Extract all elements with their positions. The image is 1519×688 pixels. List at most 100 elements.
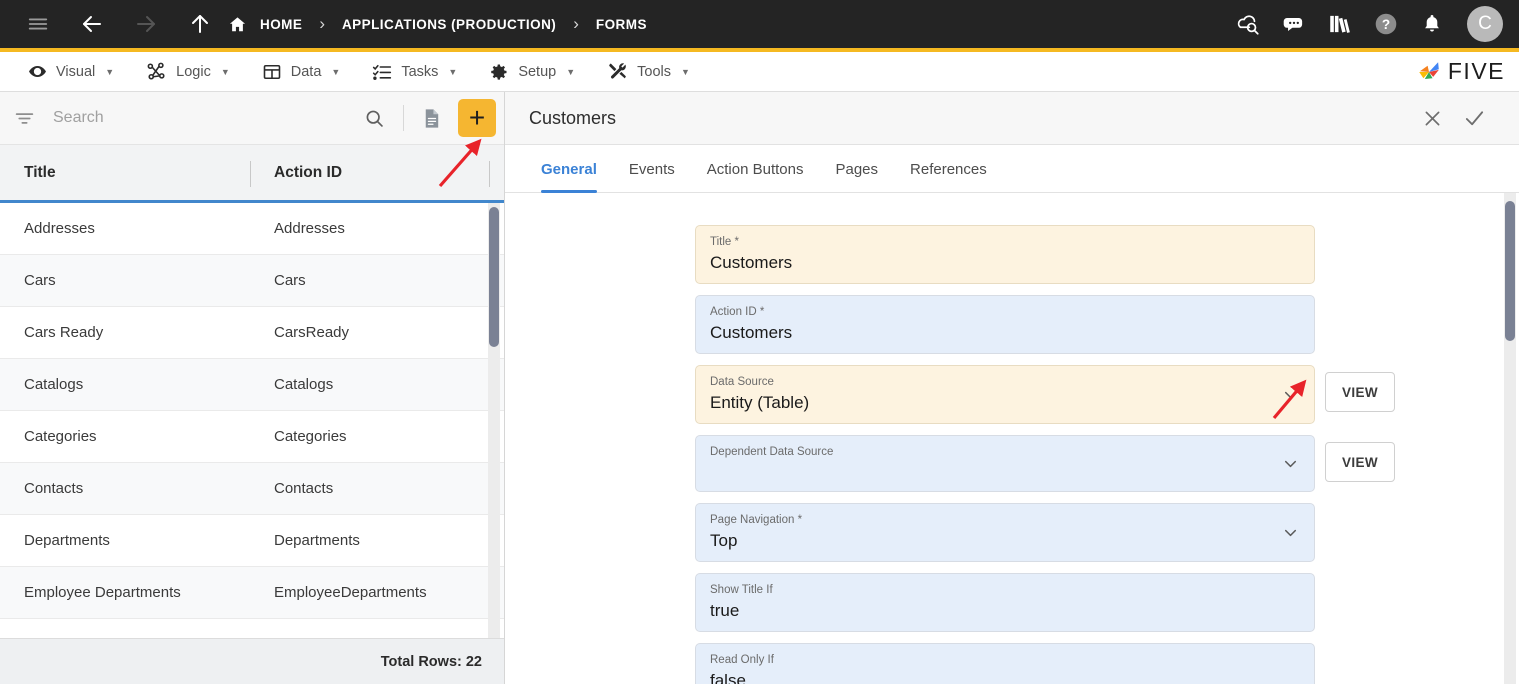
hamburger-icon[interactable] — [18, 4, 58, 44]
chevron-down-icon[interactable] — [1281, 454, 1300, 473]
eye-icon — [28, 62, 47, 81]
tab-references[interactable]: References — [894, 161, 1003, 192]
cell-title: Cars — [24, 272, 56, 289]
menu-label-setup: Setup — [518, 63, 557, 80]
chevron-down-icon: ▼ — [105, 66, 115, 77]
filter-icon[interactable] — [14, 108, 35, 129]
title-field[interactable]: Title * Customers — [695, 225, 1315, 284]
cell-title: Departments — [24, 532, 110, 549]
menu-item-data[interactable]: Data ▼ — [246, 52, 357, 92]
column-divider[interactable] — [250, 161, 251, 187]
topbar-actions: ? C — [1227, 3, 1503, 45]
detail-header: Customers — [505, 92, 1519, 145]
search-input[interactable] — [39, 109, 352, 127]
action-id-field[interactable]: Action ID * Customers — [695, 295, 1315, 354]
tab-events[interactable]: Events — [613, 161, 691, 192]
arrow-up-icon[interactable] — [180, 4, 220, 44]
field-row-dependent-data-source: Dependent Data Source VIEW — [695, 435, 1395, 492]
avatar[interactable]: C — [1467, 6, 1503, 42]
field-label: Action ID * — [710, 306, 765, 318]
cell-action-id: EmployeeDepartments — [274, 584, 427, 601]
field-label: Read Only If — [710, 654, 774, 666]
check-icon[interactable] — [1453, 97, 1495, 139]
total-rows-label: Total Rows: 22 — [380, 653, 482, 670]
table-row[interactable]: Contacts Contacts — [0, 463, 504, 515]
chevron-down-icon[interactable] — [1281, 385, 1300, 404]
column-header-action-id[interactable]: Action ID — [250, 145, 490, 200]
tab-action-buttons[interactable]: Action Buttons — [691, 161, 820, 192]
field-row-action-id: Action ID * Customers — [695, 295, 1315, 354]
dependent-data-source-field[interactable]: Dependent Data Source — [695, 435, 1315, 492]
form-fields-area: Title * Customers Action ID * Customers — [505, 193, 1519, 684]
forms-list-panel: + Title Action ID Addresses Addresses Ca… — [0, 92, 505, 684]
field-label: Title * — [710, 236, 739, 248]
tab-general[interactable]: General — [525, 161, 613, 193]
main-content: + Title Action ID Addresses Addresses Ca… — [0, 92, 1519, 684]
breadcrumb-item-applications[interactable]: APPLICATIONS (PRODUCTION) — [338, 17, 560, 32]
field-label: Page Navigation * — [710, 514, 803, 526]
column-divider[interactable] — [489, 161, 490, 187]
field-value: Top — [710, 531, 738, 550]
page-navigation-field[interactable]: Page Navigation * Top — [695, 503, 1315, 562]
read-only-if-field[interactable]: Read Only If false — [695, 643, 1315, 684]
cloud-check-icon[interactable] — [1227, 3, 1269, 45]
tab-pages[interactable]: Pages — [819, 161, 894, 192]
breadcrumb-item-home[interactable]: HOME — [228, 15, 306, 34]
arrow-right-icon[interactable] — [126, 4, 166, 44]
menu-item-visual[interactable]: Visual ▼ — [12, 52, 130, 92]
close-icon[interactable] — [1411, 97, 1453, 139]
svg-text:?: ? — [1382, 17, 1390, 32]
breadcrumb-label-home: HOME — [260, 16, 303, 32]
chevron-down-icon: ▼ — [681, 66, 690, 77]
table-header-row: Title Action ID — [0, 145, 504, 203]
show-title-if-field[interactable]: Show Title If true — [695, 573, 1315, 632]
menu-bar: Visual ▼ Logic ▼ Data ▼ Tasks ▼ Setup ▼ … — [0, 52, 1519, 92]
chevron-down-icon: ▼ — [220, 66, 230, 77]
arrow-left-icon[interactable] — [72, 4, 112, 44]
table-footer: Total Rows: 22 — [0, 638, 504, 684]
table-row[interactable]: Employee Departments EmployeeDepartments — [0, 567, 504, 619]
menu-item-tools[interactable]: Tools ▼ — [591, 52, 706, 92]
chevron-down-icon: ▼ — [566, 66, 576, 77]
field-row-page-navigation: Page Navigation * Top — [695, 503, 1315, 562]
breadcrumb-separator: › — [573, 14, 579, 33]
chevron-down-icon: ▼ — [448, 66, 458, 77]
toolbar-divider — [403, 105, 404, 131]
library-books-icon[interactable] — [1319, 3, 1361, 45]
field-label: Dependent Data Source — [710, 446, 834, 458]
field-value: false — [710, 671, 746, 684]
table-row[interactable]: Catalogs Catalogs — [0, 359, 504, 411]
table-row[interactable]: Addresses Addresses — [0, 203, 504, 255]
form-scrollbar[interactable] — [1504, 193, 1516, 684]
search-icon[interactable] — [356, 108, 393, 129]
menu-label-tasks: Tasks — [401, 63, 439, 80]
view-dependent-data-source-button[interactable]: VIEW — [1325, 442, 1395, 482]
table-row[interactable]: Categories Categories — [0, 411, 504, 463]
breadcrumb-item-forms[interactable]: FORMS — [592, 17, 651, 32]
gear-icon — [489, 62, 509, 82]
breadcrumb: HOME › APPLICATIONS (PRODUCTION) › FORMS — [18, 4, 1227, 44]
notifications-bell-icon[interactable] — [1411, 3, 1453, 45]
menu-item-setup[interactable]: Setup ▼ — [473, 52, 591, 92]
cell-action-id: Addresses — [274, 220, 345, 237]
home-icon — [228, 15, 247, 34]
chat-bot-icon[interactable] — [1273, 3, 1315, 45]
application-window: HOME › APPLICATIONS (PRODUCTION) › FORMS — [0, 0, 1519, 688]
forms-table-scrollbar[interactable] — [488, 203, 500, 638]
menu-item-logic[interactable]: Logic ▼ — [130, 52, 246, 92]
chevron-down-icon[interactable] — [1281, 523, 1300, 542]
add-form-button[interactable]: + — [458, 99, 496, 137]
document-icon[interactable] — [414, 101, 448, 135]
table-row[interactable]: Cars Cars — [0, 255, 504, 307]
column-header-title[interactable]: Title — [0, 145, 250, 200]
scrollbar-thumb[interactable] — [489, 207, 499, 347]
table-row[interactable]: Departments Departments — [0, 515, 504, 567]
table-row[interactable]: Cars Ready CarsReady — [0, 307, 504, 359]
data-source-field[interactable]: Data Source Entity (Table) — [695, 365, 1315, 424]
menu-item-tasks[interactable]: Tasks ▼ — [356, 52, 473, 92]
checklist-icon — [372, 62, 392, 82]
forms-table-body: Addresses Addresses Cars Cars Cars Ready… — [0, 203, 504, 638]
help-icon[interactable]: ? — [1365, 3, 1407, 45]
view-data-source-button[interactable]: VIEW — [1325, 372, 1395, 412]
scrollbar-thumb[interactable] — [1505, 201, 1515, 341]
